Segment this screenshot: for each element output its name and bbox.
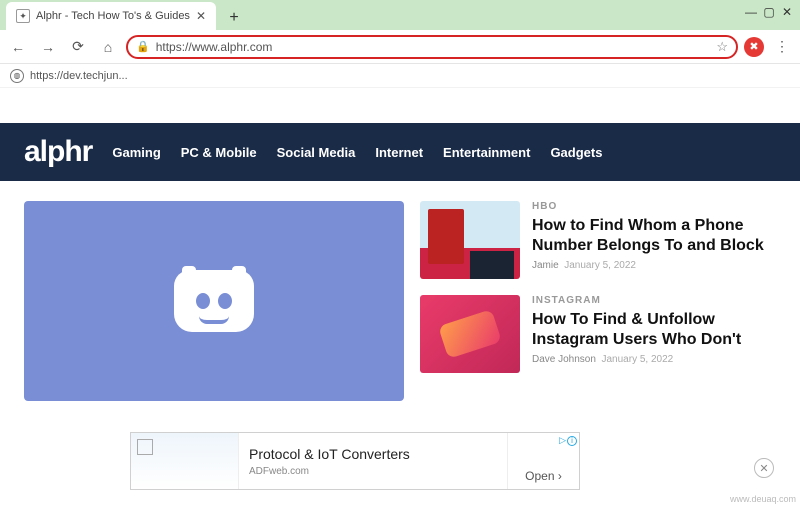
- site-logo[interactable]: alphr: [24, 135, 92, 169]
- ad-close-button[interactable]: ✕: [754, 458, 774, 478]
- browser-tab[interactable]: ✦ Alphr - Tech How To's & Guides ✕: [6, 2, 216, 30]
- bookmark-item[interactable]: https://dev.techjun...: [30, 70, 128, 82]
- article-category: INSTAGRAM: [532, 295, 776, 306]
- hero-card[interactable]: [24, 201, 404, 401]
- tab-close-icon[interactable]: ✕: [196, 9, 206, 23]
- reload-button[interactable]: ⟳: [66, 35, 90, 59]
- tab-favicon: ✦: [16, 9, 30, 23]
- article-thumb: [420, 295, 520, 373]
- window-close-button[interactable]: ✕: [778, 3, 796, 21]
- home-button[interactable]: ⌂: [96, 35, 120, 59]
- article-byline: Dave Johnson January 5, 2022: [532, 354, 776, 365]
- article-item[interactable]: INSTAGRAM How To Find & Unfollow Instagr…: [420, 295, 776, 373]
- tab-strip: ✦ Alphr - Tech How To's & Guides ✕ +: [0, 0, 800, 30]
- url-input[interactable]: [156, 40, 711, 54]
- kebab-menu-icon[interactable]: ⋮: [770, 35, 794, 59]
- nav-pc-mobile[interactable]: PC & Mobile: [181, 145, 257, 160]
- maximize-button[interactable]: ▢: [760, 3, 778, 21]
- address-bar[interactable]: 🔒 ☆: [126, 35, 738, 59]
- article-category: HBO: [532, 201, 776, 212]
- lock-icon: 🔒: [136, 40, 150, 53]
- bookmarks-bar: ◍ https://dev.techjun...: [0, 64, 800, 88]
- ad-domain: ADFweb.com: [249, 466, 497, 477]
- browser-toolbar: ← → ⟳ ⌂ 🔒 ☆ ✖ ⋮: [0, 30, 800, 64]
- content-row: HBO How to Find Whom a Phone Number Belo…: [0, 181, 800, 421]
- discord-icon: [174, 270, 254, 332]
- site-navbar: alphr Gaming PC & Mobile Social Media In…: [0, 123, 800, 181]
- ad-info-icon[interactable]: ▷i: [559, 435, 577, 446]
- nav-social-media[interactable]: Social Media: [277, 145, 356, 160]
- ad-banner[interactable]: Ad Protocol & IoT Converters ADFweb.com …: [130, 432, 580, 490]
- article-item[interactable]: HBO How to Find Whom a Phone Number Belo…: [420, 201, 776, 279]
- extension-icon[interactable]: ✖: [744, 37, 764, 57]
- article-list: HBO How to Find Whom a Phone Number Belo…: [420, 201, 776, 401]
- tab-title: Alphr - Tech How To's & Guides: [36, 10, 190, 22]
- nav-gaming[interactable]: Gaming: [112, 145, 160, 160]
- forward-button[interactable]: →: [36, 35, 60, 59]
- article-byline: Jamie January 5, 2022: [532, 260, 776, 271]
- article-thumb: [420, 201, 520, 279]
- ad-headline: Protocol & IoT Converters: [249, 446, 497, 462]
- watermark: www.deuaq.com: [730, 494, 796, 504]
- page-content: alphr Gaming PC & Mobile Social Media In…: [0, 123, 800, 421]
- bookmark-star-icon[interactable]: ☆: [716, 39, 728, 55]
- globe-icon: ◍: [10, 69, 24, 83]
- minimize-button[interactable]: —: [742, 3, 760, 21]
- back-button[interactable]: ←: [6, 35, 30, 59]
- nav-gadgets[interactable]: Gadgets: [550, 145, 602, 160]
- nav-entertainment[interactable]: Entertainment: [443, 145, 530, 160]
- article-title: How To Find & Unfollow Instagram Users W…: [532, 310, 776, 350]
- article-title: How to Find Whom a Phone Number Belongs …: [532, 216, 776, 256]
- ad-image: [131, 433, 239, 489]
- new-tab-button[interactable]: +: [222, 6, 246, 30]
- nav-internet[interactable]: Internet: [375, 145, 423, 160]
